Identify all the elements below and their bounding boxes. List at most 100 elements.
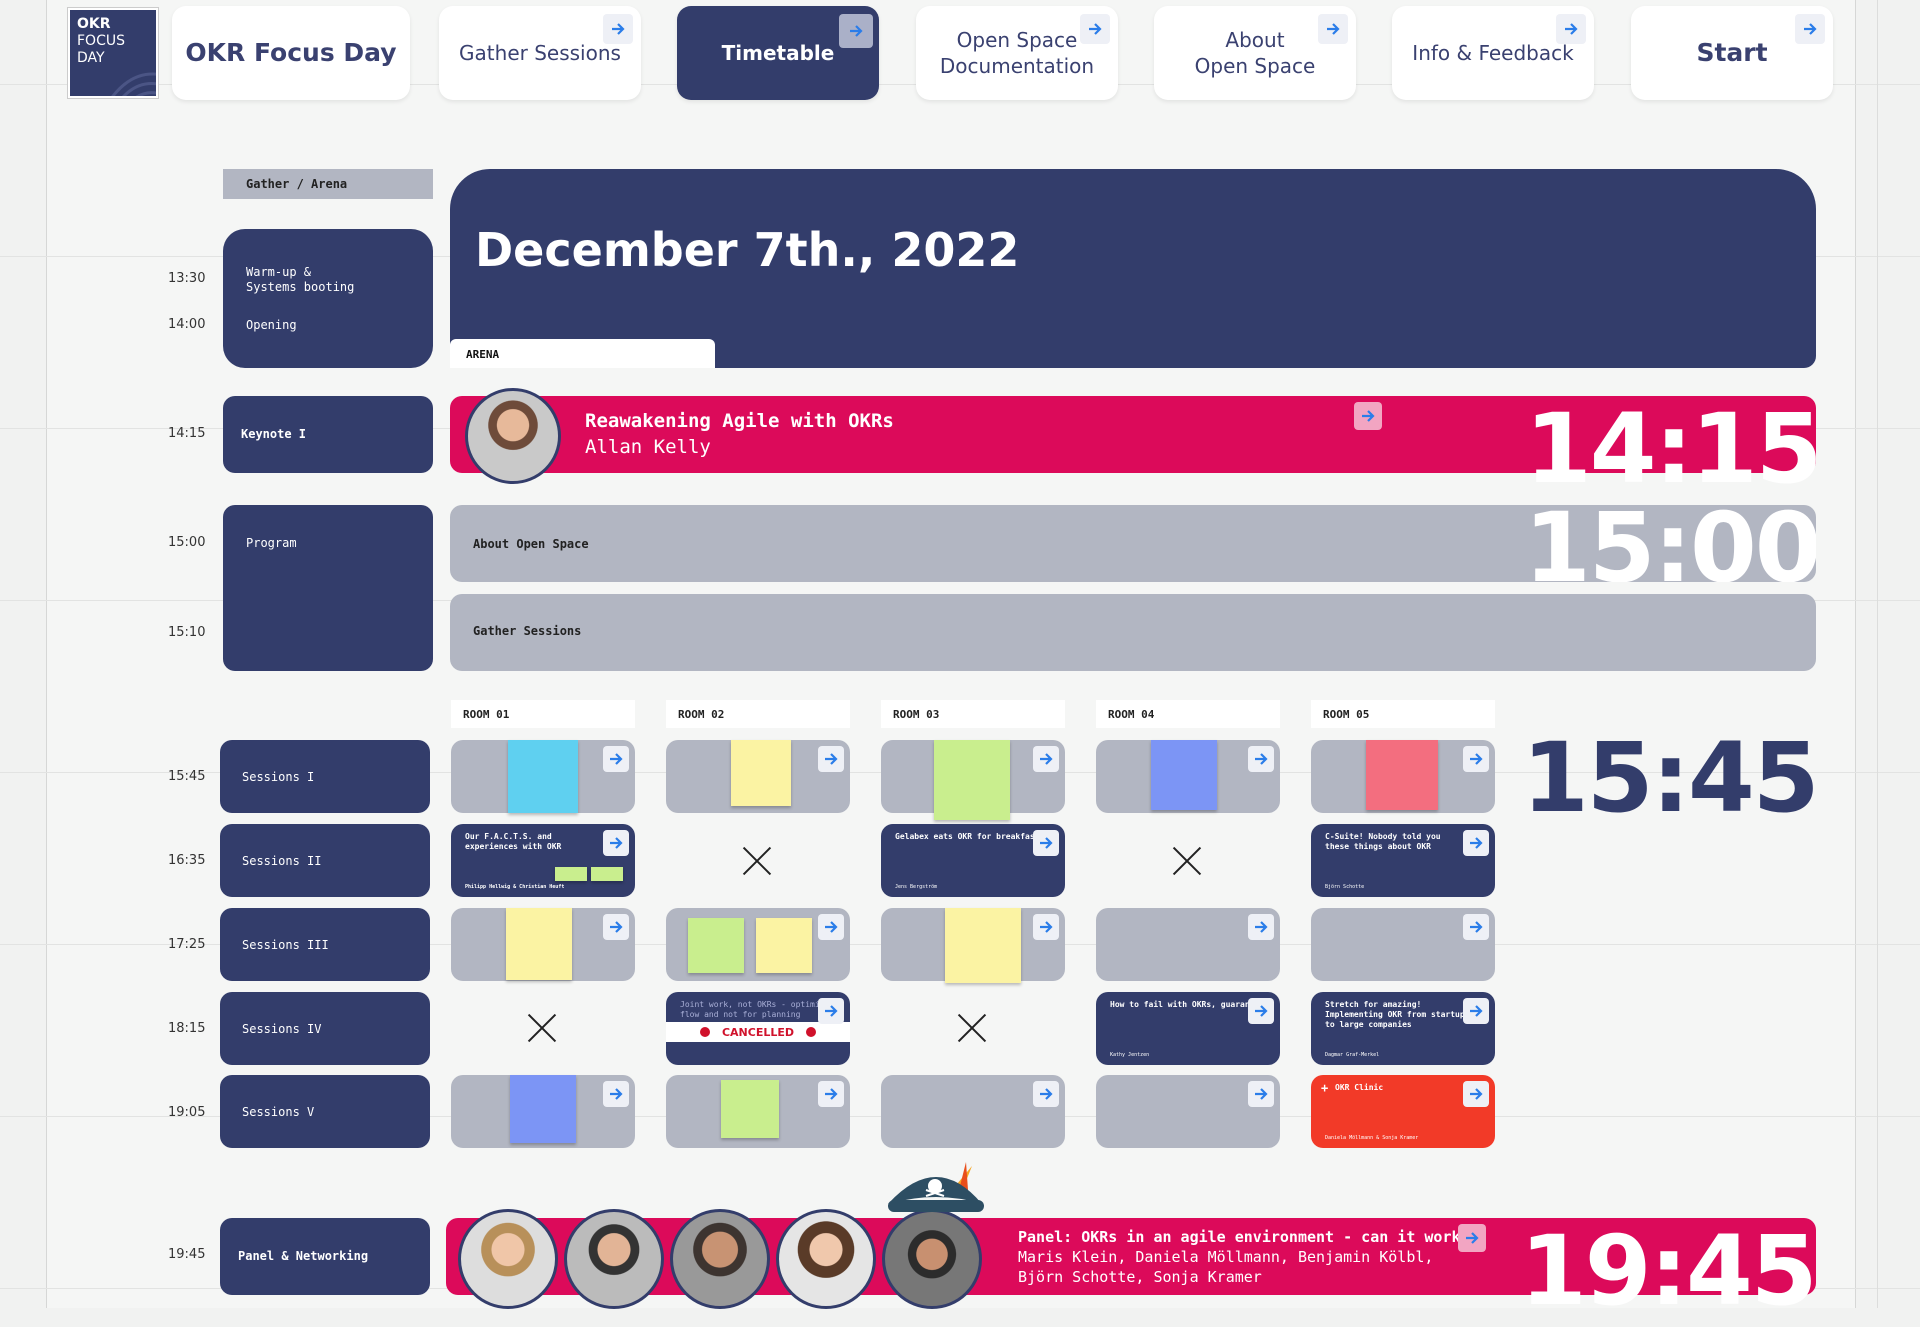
time-label: 14:00 — [168, 317, 206, 332]
time-label: 15:10 — [168, 625, 206, 640]
session-card[interactable] — [1311, 740, 1495, 813]
session-card[interactable] — [666, 740, 850, 813]
arrow-right-icon[interactable] — [1354, 402, 1382, 430]
sessions-time: 15:45 — [1522, 722, 1820, 834]
arrow-right-icon[interactable] — [839, 14, 873, 48]
arrow-right-icon[interactable] — [603, 1081, 629, 1107]
slot-sessions-3: Sessions III — [220, 908, 430, 981]
session-authors: Philipp Hellwig & Christian Heuft — [465, 884, 565, 890]
gather-sessions-row[interactable]: Gather Sessions — [450, 594, 1816, 671]
arrow-right-icon[interactable] — [603, 914, 629, 940]
nav-info-feedback-button[interactable]: Info & Feedback — [1392, 6, 1594, 100]
time-label: 19:05 — [168, 1105, 206, 1120]
session-card[interactable] — [666, 908, 850, 981]
speaker-avatar — [465, 388, 561, 484]
slot-program-label: Program — [246, 536, 297, 550]
slot-keynote: Keynote I — [223, 396, 433, 473]
arrow-right-icon[interactable] — [1463, 914, 1489, 940]
arrow-right-icon[interactable] — [1033, 746, 1059, 772]
arena-tab[interactable]: ARENA — [450, 339, 715, 368]
session-card[interactable]: How to fail with OKRs, guaranteed Kathy … — [1096, 992, 1280, 1065]
keynote-time: 14:15 — [1525, 393, 1823, 505]
nav-about-open-space-button[interactable]: About Open Space — [1154, 6, 1356, 100]
sticky-note — [721, 1080, 779, 1138]
arrow-right-icon[interactable] — [1248, 746, 1274, 772]
pirate-hat-icon — [888, 1162, 984, 1212]
slot-sessions-5: Sessions V — [220, 1075, 430, 1148]
gather-sessions-label: Gather Sessions — [473, 624, 582, 638]
session-card[interactable] — [881, 908, 1065, 983]
okr-focus-day-logo[interactable]: OKR FOCUS DAY — [68, 8, 158, 98]
arrow-right-icon[interactable] — [603, 746, 629, 772]
arrow-right-icon[interactable] — [1458, 1224, 1486, 1252]
nav-timetable-button[interactable]: Timetable — [677, 6, 879, 100]
session-card[interactable] — [1096, 740, 1280, 813]
nav-gather-sessions-button[interactable]: Gather Sessions — [439, 6, 641, 100]
session-card[interactable] — [1311, 908, 1495, 981]
session-card[interactable] — [451, 740, 635, 813]
arrow-right-icon[interactable] — [1795, 14, 1825, 44]
session-card[interactable] — [451, 908, 635, 981]
session-title: C-Suite! Nobody told you these things ab… — [1325, 832, 1441, 851]
session-card[interactable] — [881, 1075, 1065, 1148]
about-open-space-row[interactable]: About Open Space 15:00 — [450, 505, 1816, 582]
session-card[interactable] — [666, 1075, 850, 1148]
arrow-right-icon[interactable] — [1463, 998, 1489, 1024]
session-card[interactable] — [1096, 1075, 1280, 1148]
session-card[interactable] — [451, 1075, 635, 1148]
session-card[interactable]: Stretch for amazing! Implementing OKR fr… — [1311, 992, 1495, 1065]
slot-opening-label: Opening — [246, 318, 297, 332]
panelist-avatar — [458, 1209, 558, 1309]
panel-banner[interactable]: Panel: OKRs in an agile environment - ca… — [446, 1162, 1818, 1319]
panel-speakers-line-2: Björn Schotte, Sonja Kramer — [1018, 1268, 1262, 1286]
okr-clinic-card[interactable]: + OKR Clinic Daniela Möllmann & Sonja Kr… — [1311, 1075, 1495, 1148]
nav-open-space-doc-button[interactable]: Open Space Documentation — [916, 6, 1118, 100]
session-card[interactable]: Gelabex eats OKR for breakfast Jens Berg… — [881, 824, 1065, 897]
nav-title-button[interactable]: OKR Focus Day — [172, 6, 410, 100]
keynote-banner[interactable]: Reawakening Agile with OKRs Allan Kelly … — [450, 388, 1823, 497]
arrow-right-icon[interactable] — [1033, 830, 1059, 856]
arrow-right-icon[interactable] — [1463, 1081, 1489, 1107]
arrow-right-icon[interactable] — [818, 998, 844, 1024]
arrow-right-icon[interactable] — [1080, 14, 1110, 44]
no-entry-icon — [700, 1027, 710, 1037]
slot-sessions-4: Sessions IV — [220, 992, 430, 1065]
panelist-avatar — [776, 1209, 876, 1309]
arrow-right-icon[interactable] — [1033, 914, 1059, 940]
slot-panel-label: Panel & Networking — [238, 1249, 369, 1263]
time-label: 17:25 — [168, 937, 206, 952]
slot-sessions-1: Sessions I — [220, 740, 430, 813]
session-card[interactable] — [881, 740, 1065, 820]
arrow-right-icon[interactable] — [1248, 1081, 1274, 1107]
arrow-right-icon[interactable] — [1463, 746, 1489, 772]
nav-info-feedback-label: Info & Feedback — [1412, 41, 1574, 65]
arrow-right-icon[interactable] — [603, 830, 629, 856]
slot-keynote-label: Keynote I — [241, 427, 307, 441]
arrow-right-icon[interactable] — [1463, 830, 1489, 856]
panel-speakers-line-1: Maris Klein, Daniela Möllmann, Benjamin … — [1018, 1248, 1434, 1266]
slot-sessions-5-label: Sessions V — [242, 1105, 315, 1119]
arrow-right-icon[interactable] — [818, 746, 844, 772]
nav-start-button[interactable]: Start — [1631, 6, 1833, 100]
session-card[interactable] — [1096, 908, 1280, 981]
arrow-right-icon[interactable] — [603, 14, 633, 44]
session-card[interactable]: C-Suite! Nobody told you these things ab… — [1311, 824, 1495, 897]
session-card-cancelled[interactable]: Joint work, not OKRs - optimize flow and… — [666, 992, 850, 1065]
location-tag: Gather / Arena — [223, 169, 433, 199]
sticky-note — [945, 908, 1021, 983]
time-label: 18:15 — [168, 1021, 206, 1036]
slot-sessions-4-label: Sessions IV — [242, 1022, 322, 1036]
arrow-right-icon[interactable] — [818, 1081, 844, 1107]
nav-start-label: Start — [1696, 38, 1768, 67]
panelist-avatar — [564, 1209, 664, 1309]
panel-time: 19:45 — [1520, 1215, 1818, 1327]
arrow-right-icon[interactable] — [1033, 1081, 1059, 1107]
arrow-right-icon[interactable] — [1556, 14, 1586, 44]
room-header: ROOM 01 — [451, 700, 635, 728]
sticky-note — [1151, 740, 1217, 810]
arrow-right-icon[interactable] — [818, 914, 844, 940]
session-card[interactable]: Our F.A.C.T.S. and experiences with OKR … — [451, 824, 635, 897]
arrow-right-icon[interactable] — [1248, 998, 1274, 1024]
arrow-right-icon[interactable] — [1248, 914, 1274, 940]
arrow-right-icon[interactable] — [1318, 14, 1348, 44]
